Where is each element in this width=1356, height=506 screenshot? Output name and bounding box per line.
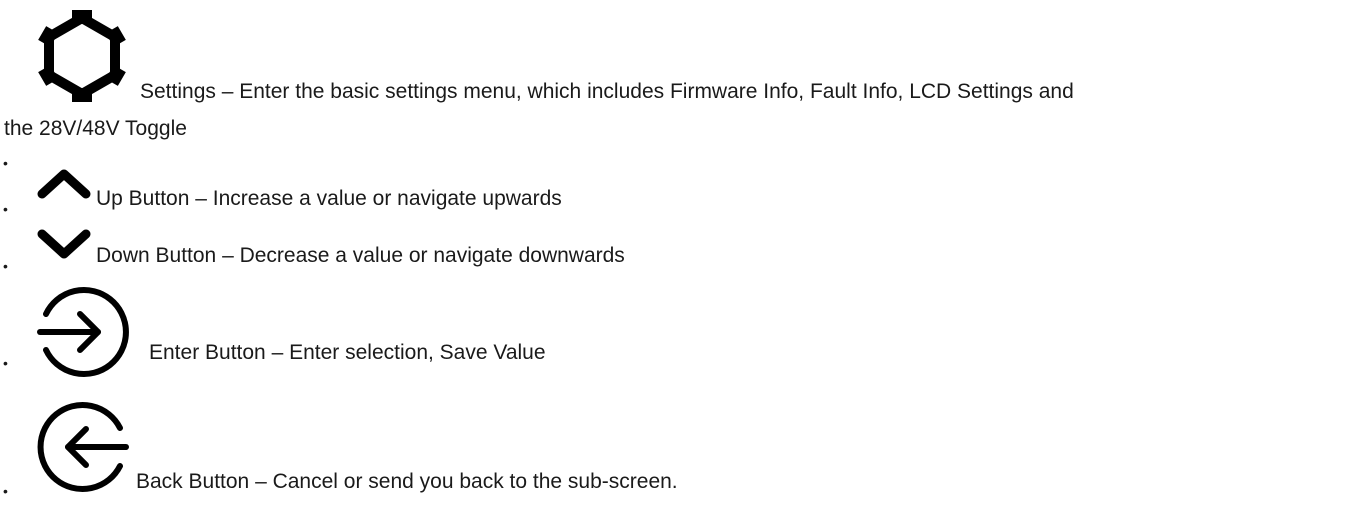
chevron-down-icon (37, 229, 91, 259)
back-button-description: Back Button – Cancel or send you back to… (136, 470, 678, 493)
settings-description-continued: the 28V/48V Toggle (4, 117, 187, 140)
bullet: • (3, 155, 8, 171)
back-arrow-icon (37, 402, 129, 492)
bullet: • (3, 201, 8, 217)
bullet: • (3, 483, 8, 499)
settings-description: Settings – Enter the basic settings menu… (140, 80, 1074, 103)
down-button-description: Down Button – Decrease a value or naviga… (96, 244, 625, 267)
bullet: • (3, 355, 8, 371)
gear-icon (38, 10, 126, 102)
enter-arrow-icon (37, 287, 129, 377)
bullet: • (3, 258, 8, 274)
chevron-up-icon (37, 169, 91, 199)
enter-button-description: Enter Button – Enter selection, Save Val… (149, 341, 546, 364)
up-button-description: Up Button – Increase a value or navigate… (96, 187, 562, 210)
